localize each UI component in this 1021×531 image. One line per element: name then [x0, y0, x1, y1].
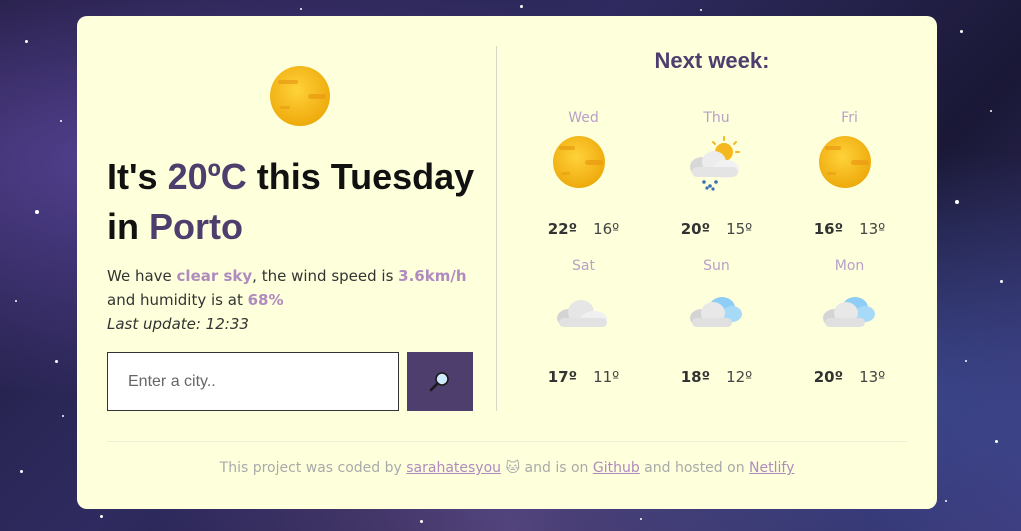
temp-min: 13º	[859, 368, 886, 386]
weather-description: We have clear sky, the wind speed is 3.6…	[107, 267, 467, 333]
temp-max: 20º	[680, 220, 711, 238]
temp-max: 17º	[547, 368, 578, 386]
day-name: Thu	[703, 110, 730, 126]
temp-max: 18º	[680, 368, 711, 386]
forecast-day: Sun 18º 12º	[650, 258, 783, 398]
day-temps: 17º 11º	[517, 368, 650, 386]
sun-icon	[553, 136, 605, 188]
temp-max: 16º	[813, 220, 844, 238]
magnifier-icon	[429, 371, 449, 391]
github-link[interactable]: Github	[593, 460, 640, 476]
rain-cloud-sun-icon	[690, 136, 740, 191]
footer-divider	[107, 441, 907, 442]
day-name: Mon	[834, 258, 865, 274]
day-temps: 20º 15º	[650, 220, 783, 238]
cloud-icon	[557, 300, 607, 327]
cloud-blue-icon	[690, 297, 742, 327]
day-temps: 22º 16º	[517, 220, 650, 238]
current-temperature: 20ºC	[167, 156, 247, 197]
temp-min: 12º	[726, 368, 753, 386]
temp-min: 13º	[859, 220, 886, 238]
temp-min: 11º	[593, 368, 620, 386]
day-name: Sun	[703, 258, 730, 274]
humidity-value: 68%	[247, 291, 284, 309]
cloud-blue-icon	[823, 297, 875, 327]
day-temps: 16º 13º	[783, 220, 916, 238]
netlify-link[interactable]: Netlify	[749, 460, 794, 476]
current-headline: It's 20ºC this Tuesday in Porto	[107, 156, 475, 247]
sun-icon	[819, 136, 871, 188]
day-name: Sat	[572, 258, 595, 274]
day-temps: 18º 12º	[650, 368, 783, 386]
day-temps: 20º 13º	[783, 368, 916, 386]
forecast-day: Thu 20º 15º	[650, 110, 783, 250]
condition-text: clear sky	[176, 267, 253, 285]
wind-speed: 3.6km/h	[398, 267, 467, 285]
temp-min: 16º	[593, 220, 620, 238]
search-button[interactable]	[407, 352, 473, 411]
forecast-day: Fri 16º 13º	[783, 110, 916, 250]
city-search-input[interactable]	[107, 352, 399, 411]
forecast-day: Mon 20º 13º	[783, 258, 916, 398]
forecast-day: Sat 17º 11º	[517, 258, 650, 398]
column-divider	[496, 46, 497, 411]
cat-emoji-icon: 🐱	[505, 460, 521, 476]
sun-icon	[270, 66, 330, 126]
day-name: Wed	[568, 110, 599, 126]
temp-max: 20º	[813, 368, 844, 386]
author-link[interactable]: sarahatesyou	[406, 460, 501, 476]
last-update: Last update: 12:33	[107, 315, 249, 333]
weather-card: It's 20ºC this Tuesday in Porto We have c…	[77, 16, 937, 509]
temp-min: 15º	[726, 220, 753, 238]
forecast-day: Wed 22º 16º	[517, 110, 650, 250]
footer: This project was coded by sarahatesyou 🐱…	[219, 460, 795, 476]
temp-max: 22º	[547, 220, 578, 238]
forecast-title: Next week:	[654, 48, 770, 73]
city-name: Porto	[149, 206, 243, 247]
day-name: Fri	[841, 110, 858, 126]
